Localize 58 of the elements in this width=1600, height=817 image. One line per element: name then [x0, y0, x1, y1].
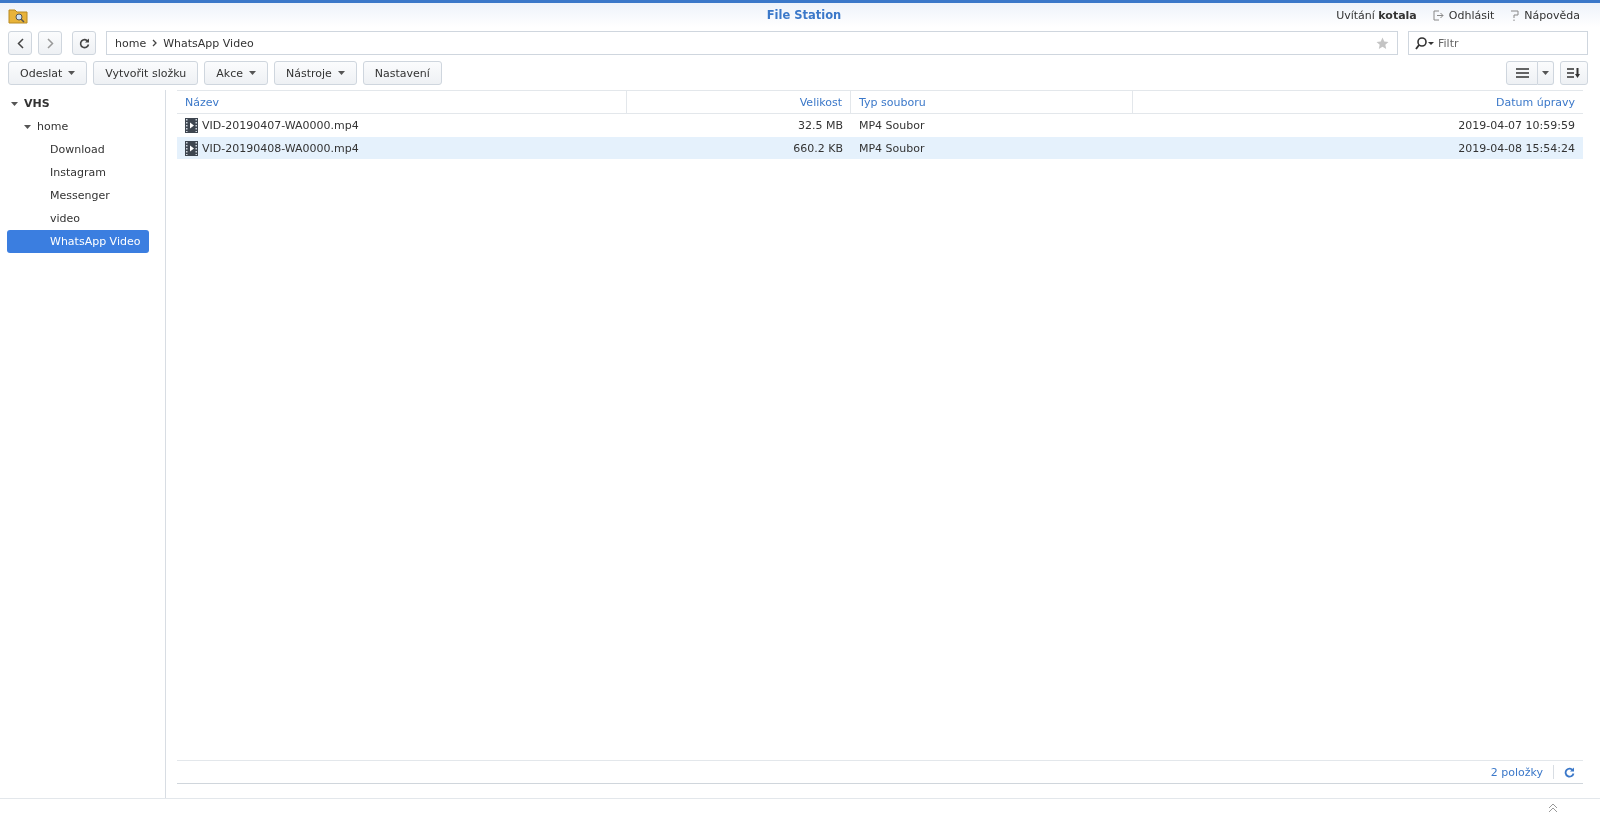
toolbar-button[interactable]: Nastavení: [362, 61, 442, 85]
view-dropdown-button[interactable]: [1538, 61, 1554, 85]
video-file-icon: [185, 117, 198, 133]
file-name: VID-20190408-WA0000.mp4: [202, 141, 359, 155]
chevron-left-icon: [16, 37, 24, 49]
file-type: MP4 Soubor: [858, 141, 926, 155]
help-icon: [1510, 9, 1520, 21]
tree-item[interactable]: VHS: [7, 92, 149, 115]
file-name: VID-20190407-WA0000.mp4: [202, 118, 359, 132]
welcome-text: Uvítání kotala: [1336, 8, 1417, 22]
file-row[interactable]: VID-20190407-WA0000.mp4 32.5 MB MP4 Soubor 2019-04-07 10:59:59: [177, 114, 1583, 136]
modified-date: 2019-04-07 10:59:59: [1457, 118, 1576, 132]
list-icon: [1515, 68, 1529, 78]
folder-search-icon: [8, 6, 28, 24]
item-count: 2 položky: [1490, 765, 1543, 779]
tree-item[interactable]: video: [7, 207, 149, 230]
file-row[interactable]: VID-20190408-WA0000.mp4 660.2 KB MP4 Soubor 2019-04-08 15:54:24: [177, 137, 1583, 159]
refresh-icon: [78, 37, 90, 49]
modified-date: 2019-04-08 15:54:24: [1457, 141, 1576, 155]
tree-item[interactable]: WhatsApp Video: [7, 230, 149, 253]
collapse-up-icon[interactable]: [1548, 803, 1558, 813]
breadcrumb-item[interactable]: WhatsApp Video: [163, 36, 254, 50]
tree-item[interactable]: Download: [7, 138, 149, 161]
star-icon[interactable]: [1376, 36, 1389, 50]
list-view-button[interactable]: [1506, 61, 1538, 85]
logout-link[interactable]: Odhlásit: [1432, 8, 1495, 22]
filter-field[interactable]: Filtr: [1408, 31, 1588, 55]
column-header[interactable]: Datum úpravy: [1133, 91, 1583, 113]
caret-down-icon[interactable]: [24, 123, 31, 130]
search-icon[interactable]: [1415, 36, 1434, 50]
path-field[interactable]: home WhatsApp Video: [106, 31, 1398, 55]
file-size: 660.2 KB: [792, 141, 844, 155]
window-title: File Station: [765, 8, 843, 22]
toolbar-button[interactable]: Nástroje: [273, 61, 357, 85]
column-header[interactable]: Velikost: [627, 91, 851, 113]
toolbar-button[interactable]: Akce: [204, 61, 268, 85]
chevron-right-icon: [152, 39, 158, 47]
caret-icon: [1542, 71, 1549, 75]
caret-down-icon[interactable]: [11, 100, 18, 107]
video-file-icon: [185, 140, 198, 156]
sort-icon: [1567, 67, 1581, 79]
toolbar-button[interactable]: Odeslat: [8, 61, 88, 85]
chevron-right-icon: [46, 37, 54, 49]
refresh-icon[interactable]: [1564, 766, 1575, 778]
help-link[interactable]: Nápověda: [1510, 8, 1580, 22]
back-button[interactable]: [8, 31, 32, 55]
logout-icon: [1432, 9, 1444, 21]
tree-item[interactable]: Instagram: [7, 161, 149, 184]
tree-item[interactable]: Messenger: [7, 184, 149, 207]
sort-button[interactable]: [1560, 61, 1588, 85]
file-type: MP4 Soubor: [858, 118, 926, 132]
breadcrumb-item[interactable]: home: [115, 36, 147, 50]
file-size: 32.5 MB: [796, 118, 844, 132]
column-header[interactable]: Typ souboru: [851, 91, 1133, 113]
column-header[interactable]: Název: [177, 91, 627, 113]
tree-item[interactable]: home: [7, 115, 149, 138]
toolbar-button[interactable]: Vytvořit složku: [93, 61, 199, 85]
refresh-button[interactable]: [72, 31, 96, 55]
